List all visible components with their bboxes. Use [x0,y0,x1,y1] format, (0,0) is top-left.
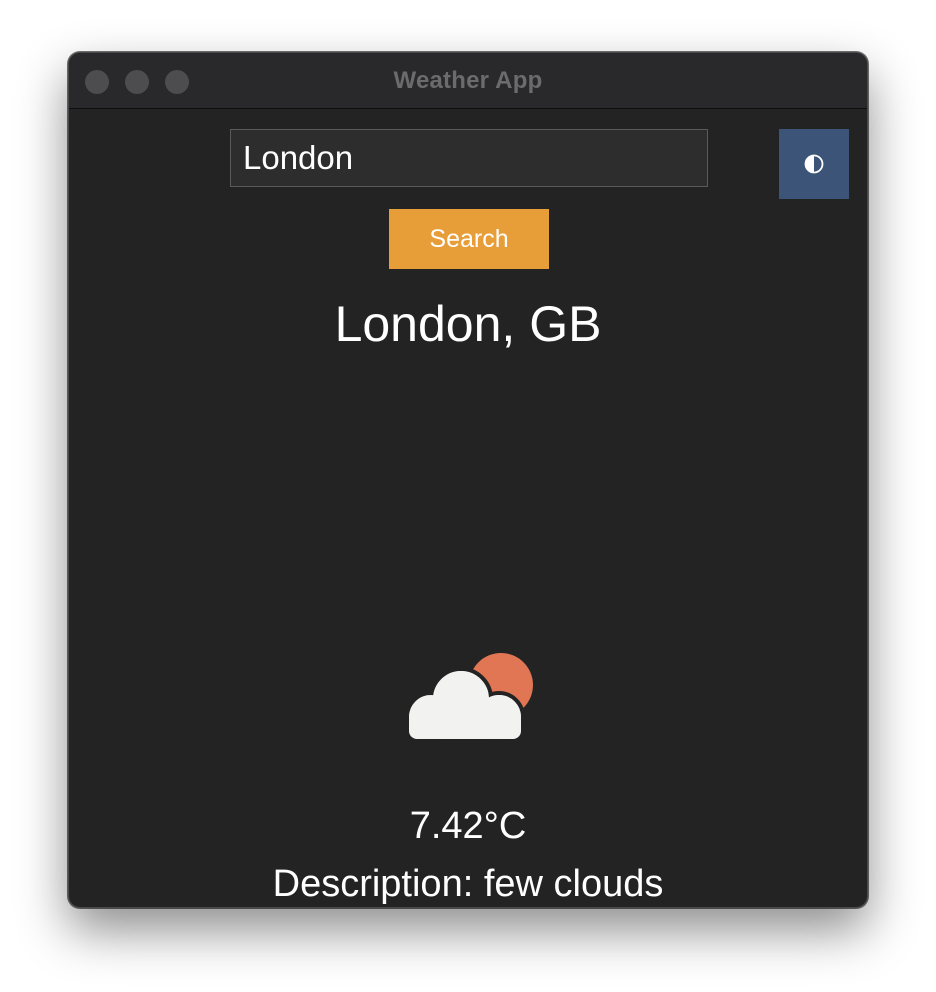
few-clouds-icon [405,653,533,743]
half-circle-contrast-icon [804,154,824,174]
desktop-stage: Weather App Search London, GB [0,0,936,992]
temperature-value: 7.42°C [409,805,527,847]
app-window: Weather App Search London, GB [68,52,868,908]
search-button[interactable]: Search [389,209,549,269]
window-title: Weather App [393,67,543,94]
city-search-input[interactable] [230,129,708,187]
location-heading: London, GB [334,296,602,352]
weather-description: Description: few clouds [272,863,664,905]
title-bar[interactable]: Weather App [69,53,867,109]
main-content: Search London, GB 7.42°C Description: fe… [69,109,867,907]
theme-toggle-button[interactable] [779,129,849,199]
